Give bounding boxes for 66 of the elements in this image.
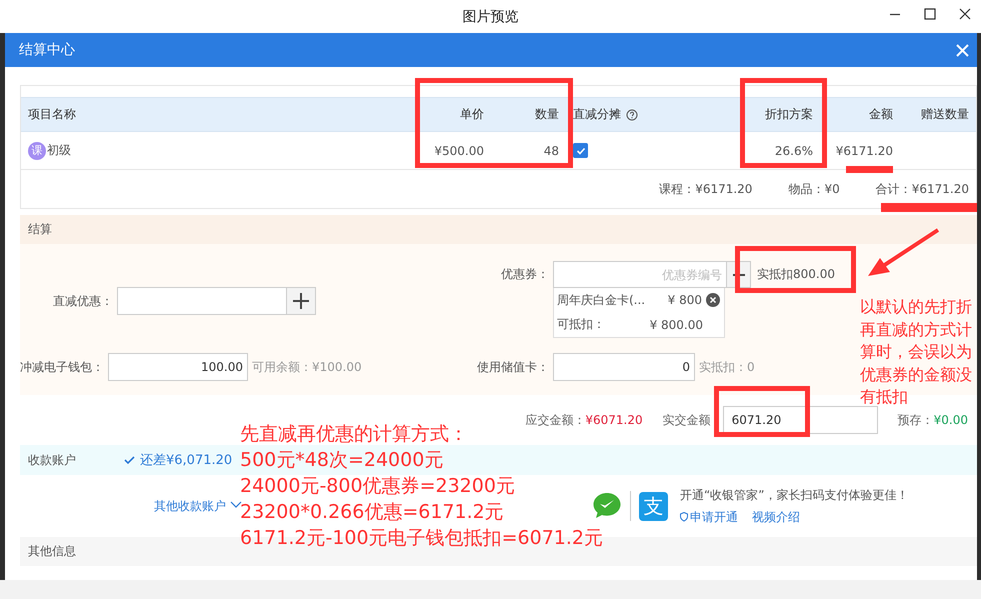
table-cell: 48 bbox=[544, 144, 559, 158]
maximize-icon[interactable] bbox=[924, 8, 936, 20]
deductible-label: 可抵扣： bbox=[557, 316, 606, 334]
calculation-line: 24000元-800优惠券=23200元 bbox=[240, 474, 515, 499]
field-label: 使用储值卡： bbox=[476, 358, 549, 376]
calculation-line: 先直减再优惠的计算方式： bbox=[240, 422, 468, 447]
field-label: 实交金额 bbox=[662, 412, 711, 428]
close-icon[interactable] bbox=[959, 8, 971, 20]
checkbox[interactable] bbox=[573, 143, 588, 158]
table-cell: ¥6171.20 bbox=[836, 144, 893, 158]
total-text: 物品：¥0 bbox=[788, 180, 840, 198]
promo-text: 开通“收银管家”，家长扫码支付体验更佳！ bbox=[680, 486, 908, 504]
help-icon[interactable] bbox=[626, 108, 638, 120]
amount-due: ¥6071.20 bbox=[585, 413, 643, 427]
column-header: 直减分摊 bbox=[573, 106, 621, 123]
input-field[interactable] bbox=[117, 287, 287, 315]
underline-mark bbox=[846, 166, 893, 173]
dialog-title: 结算中心 bbox=[19, 41, 75, 59]
annotation-note: 以默认的先打折再直减的方式计算时，会误以为优惠券的金额没有抵扣 bbox=[860, 296, 972, 408]
field-label: 优惠券： bbox=[500, 266, 549, 283]
column-header: 折扣方案 bbox=[765, 106, 813, 123]
deduction-text: 实抵扣：0 bbox=[699, 358, 755, 376]
available-balance: 可用余额：¥100.00 bbox=[252, 358, 362, 376]
section-title: 收款账户 bbox=[28, 452, 77, 468]
calculation-line: 6171.2元-100元电子钱包抵扣=6071.2元 bbox=[240, 526, 604, 551]
check-icon bbox=[576, 146, 586, 156]
column-header: 单价 bbox=[460, 106, 484, 123]
chevron-down-icon bbox=[230, 501, 242, 508]
column-header: 金额 bbox=[869, 106, 893, 123]
deductible-value: ¥ 800.00 bbox=[650, 318, 703, 332]
field-label: 直减优惠： bbox=[52, 292, 113, 310]
table-cell: 26.6% bbox=[774, 144, 813, 158]
course-badge: 课 bbox=[28, 142, 46, 160]
field-label: 预存： bbox=[898, 412, 934, 428]
balance-status: 还差¥6,071.20 bbox=[140, 452, 232, 469]
coupon-value: ¥ 800 bbox=[668, 293, 702, 308]
shield-icon bbox=[680, 512, 688, 522]
coupon-field[interactable]: 优惠券编号 bbox=[553, 261, 727, 288]
deduction-text: 实抵扣800.00 bbox=[757, 266, 835, 283]
field-label: 冲减电子钱包： bbox=[20, 358, 104, 376]
calculation-line: 23200*0.266优惠=6171.2元 bbox=[240, 500, 504, 525]
column-header: 赠送数量 bbox=[921, 106, 969, 123]
field-label: 应交金额： bbox=[525, 412, 586, 428]
add-button[interactable] bbox=[287, 287, 316, 315]
total-text: 课程：¥6171.20 bbox=[659, 180, 752, 198]
alipay-logo: 支 bbox=[639, 492, 668, 520]
calculation-line: 500元*48次=24000元 bbox=[240, 448, 444, 473]
column-header: 项目名称 bbox=[28, 106, 76, 123]
check-icon bbox=[124, 455, 135, 465]
input-field[interactable]: 100.00 bbox=[108, 353, 248, 381]
remove-icon[interactable] bbox=[706, 293, 720, 308]
plus-icon bbox=[293, 293, 309, 309]
table-cell: 初级 bbox=[47, 142, 71, 159]
section-header: 结算 bbox=[20, 215, 977, 244]
promo-link[interactable]: 视频介绍 bbox=[752, 508, 800, 526]
prepaid-amount: ¥0.00 bbox=[934, 413, 968, 427]
other-accounts-link[interactable]: 其他收款账户 bbox=[154, 498, 242, 514]
input-field[interactable]: 0 bbox=[553, 353, 695, 381]
total-text: 合计：¥6171.20 bbox=[876, 180, 969, 198]
input-field[interactable]: 6071.20 bbox=[722, 406, 878, 434]
window-title: 图片预览 bbox=[462, 8, 518, 26]
column-header: 数量 bbox=[535, 106, 559, 123]
chat-bubble-check-icon bbox=[592, 491, 622, 521]
promo-link[interactable]: 申请开通 bbox=[680, 508, 738, 526]
coupon-name: 周年庆白金卡(... bbox=[557, 292, 646, 309]
table-cell: ¥500.00 bbox=[434, 144, 484, 158]
